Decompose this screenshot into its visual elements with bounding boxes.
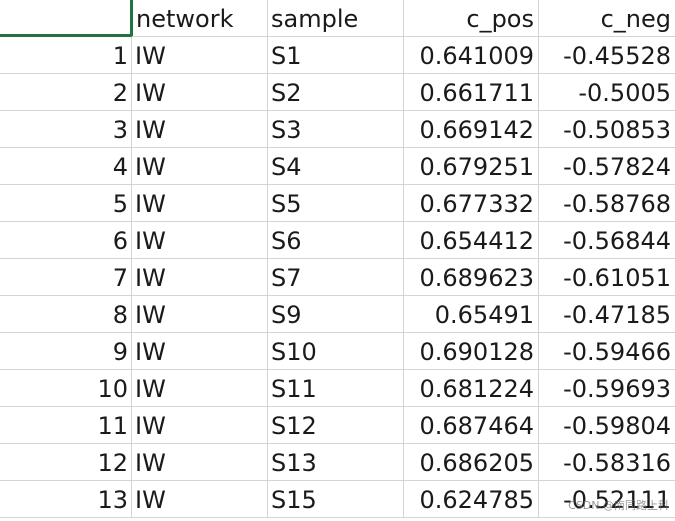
row-index-cell[interactable]: 12	[0, 444, 132, 480]
header-cell-index[interactable]	[0, 0, 132, 37]
sample-cell[interactable]: S12	[268, 407, 404, 443]
active-cell-border	[130, 0, 133, 36]
network-cell[interactable]: IW	[132, 222, 268, 258]
row-index-cell[interactable]: 4	[0, 148, 132, 184]
row-index-cell[interactable]: 10	[0, 370, 132, 406]
table-row: 9 IW S10 0.690128 -0.59466	[0, 333, 675, 370]
watermark-text: CSDN @南同路上科	[568, 499, 669, 512]
c-neg-cell[interactable]: -0.45528	[539, 37, 675, 73]
table-row: 8 IW S9 0.65491 -0.47185	[0, 296, 675, 333]
sample-cell[interactable]: S4	[268, 148, 404, 184]
table-row: 7 IW S7 0.689623 -0.61051	[0, 259, 675, 296]
c-neg-cell[interactable]: -0.57824	[539, 148, 675, 184]
c-pos-cell[interactable]: 0.669142	[404, 111, 539, 147]
header-cell-c-pos[interactable]: c_pos	[404, 0, 539, 36]
sample-cell[interactable]: S3	[268, 111, 404, 147]
table-row: 1 IW S1 0.641009 -0.45528	[0, 37, 675, 74]
c-pos-cell[interactable]: 0.624785	[404, 481, 539, 517]
c-pos-cell[interactable]: 0.679251	[404, 148, 539, 184]
c-neg-cell[interactable]: -0.47185	[539, 296, 675, 332]
c-neg-cell[interactable]: -0.58316	[539, 444, 675, 480]
table-row: 6 IW S6 0.654412 -0.56844	[0, 222, 675, 259]
table-row: 4 IW S4 0.679251 -0.57824	[0, 148, 675, 185]
c-neg-cell[interactable]: -0.56844	[539, 222, 675, 258]
c-pos-cell[interactable]: 0.661711	[404, 74, 539, 110]
sample-cell[interactable]: S2	[268, 74, 404, 110]
header-cell-sample[interactable]: sample	[268, 0, 404, 36]
sample-cell[interactable]: S9	[268, 296, 404, 332]
c-pos-cell[interactable]: 0.681224	[404, 370, 539, 406]
c-neg-cell[interactable]: -0.59466	[539, 333, 675, 369]
spreadsheet-grid: network sample c_pos c_neg 1 IW S1 0.641009…	[0, 0, 675, 521]
c-neg-cell[interactable]: -0.59693	[539, 370, 675, 406]
sample-cell[interactable]: S6	[268, 222, 404, 258]
header-row: network sample c_pos c_neg	[0, 0, 675, 37]
row-index-cell[interactable]: 1	[0, 37, 132, 73]
c-neg-cell[interactable]: -0.61051	[539, 259, 675, 295]
row-index-cell[interactable]: 11	[0, 407, 132, 443]
c-pos-cell[interactable]: 0.689623	[404, 259, 539, 295]
network-cell[interactable]: IW	[132, 148, 268, 184]
network-cell[interactable]: IW	[132, 333, 268, 369]
sample-cell[interactable]: S11	[268, 370, 404, 406]
row-index-cell[interactable]: 8	[0, 296, 132, 332]
row-index-cell[interactable]: 13	[0, 481, 132, 517]
c-neg-cell[interactable]: -0.59804	[539, 407, 675, 443]
c-pos-cell[interactable]: 0.65491	[404, 296, 539, 332]
network-cell[interactable]: IW	[132, 296, 268, 332]
header-cell-c-neg[interactable]: c_neg	[539, 0, 675, 36]
sample-cell[interactable]: S1	[268, 37, 404, 73]
table-row: 11 IW S12 0.687464 -0.59804	[0, 407, 675, 444]
row-index-cell[interactable]: 6	[0, 222, 132, 258]
network-cell[interactable]: IW	[132, 481, 268, 517]
c-pos-cell[interactable]: 0.641009	[404, 37, 539, 73]
c-pos-cell[interactable]: 0.690128	[404, 333, 539, 369]
sample-cell[interactable]: S7	[268, 259, 404, 295]
network-cell[interactable]: IW	[132, 185, 268, 221]
sample-cell[interactable]: S10	[268, 333, 404, 369]
c-pos-cell[interactable]: 0.654412	[404, 222, 539, 258]
table-row: 10 IW S11 0.681224 -0.59693	[0, 370, 675, 407]
table-row: 12 IW S13 0.686205 -0.58316	[0, 444, 675, 481]
network-cell[interactable]: IW	[132, 111, 268, 147]
table-row: 3 IW S3 0.669142 -0.50853	[0, 111, 675, 148]
network-cell[interactable]: IW	[132, 407, 268, 443]
network-cell[interactable]: IW	[132, 259, 268, 295]
header-cell-network[interactable]: network	[132, 0, 268, 36]
c-pos-cell[interactable]: 0.686205	[404, 444, 539, 480]
network-cell[interactable]: IW	[132, 74, 268, 110]
table-row: 5 IW S5 0.677332 -0.58768	[0, 185, 675, 222]
row-index-cell[interactable]: 7	[0, 259, 132, 295]
row-index-cell[interactable]: 5	[0, 185, 132, 221]
c-neg-cell[interactable]: -0.50853	[539, 111, 675, 147]
row-index-cell[interactable]: 9	[0, 333, 132, 369]
c-neg-cell[interactable]: -0.5005	[539, 74, 675, 110]
sample-cell[interactable]: S13	[268, 444, 404, 480]
row-index-cell[interactable]: 3	[0, 111, 132, 147]
c-pos-cell[interactable]: 0.687464	[404, 407, 539, 443]
c-neg-cell[interactable]: -0.58768	[539, 185, 675, 221]
network-cell[interactable]: IW	[132, 444, 268, 480]
network-cell[interactable]: IW	[132, 37, 268, 73]
network-cell[interactable]: IW	[132, 370, 268, 406]
sample-cell[interactable]: S5	[268, 185, 404, 221]
c-pos-cell[interactable]: 0.677332	[404, 185, 539, 221]
sample-cell[interactable]: S15	[268, 481, 404, 517]
row-index-cell[interactable]: 2	[0, 74, 132, 110]
table-row: 2 IW S2 0.661711 -0.5005	[0, 74, 675, 111]
